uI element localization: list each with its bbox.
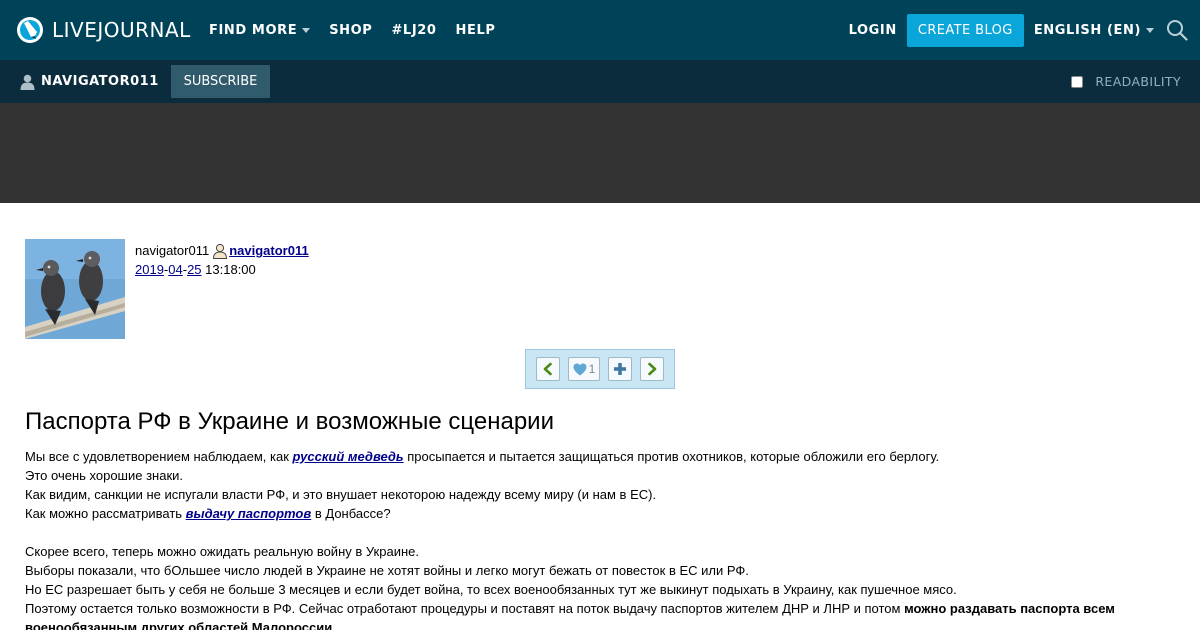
nav-find-more[interactable]: FIND MORE [209, 22, 311, 38]
post-meta: navigator011 navigator011 2019-04-25 13:… [135, 241, 309, 279]
user-icon [20, 74, 35, 90]
post-title: Паспорта РФ в Украине и возможные сценар… [25, 408, 554, 435]
nav-lj20-label: #LJ20 [391, 22, 437, 38]
post-paragraph: Это очень хорошие знаки. [25, 468, 184, 483]
date-day-link[interactable]: 25 [187, 260, 201, 279]
subscribe-button[interactable]: SUBSCRIBE [171, 65, 270, 98]
journal-username: NAVIGATOR011 [41, 74, 159, 89]
next-entry-button[interactable] [640, 357, 664, 381]
post-body: Мы все с удовлетворением наблюдаем, как … [25, 447, 1175, 630]
post-author-name: navigator011 [135, 243, 210, 258]
login-link[interactable]: LOGIN [849, 23, 897, 38]
chevron-down-icon [302, 27, 311, 33]
post-text: просыпается и пытается защищаться против… [403, 449, 940, 464]
post-text: Поэтому остается только возможности в РФ… [25, 601, 905, 616]
readability-label[interactable]: READABILITY [1095, 74, 1181, 89]
passport-issuance-link[interactable]: выдачу паспортов [186, 506, 312, 521]
add-icon [614, 363, 626, 375]
post-paragraph: Скорее всего, теперь можно ожидать реаль… [25, 544, 419, 559]
post-text: в Донбассе? [311, 506, 391, 521]
prev-entry-button[interactable] [536, 357, 560, 381]
post-paragraph: Как видим, санкции не испугали власти РФ… [25, 487, 657, 502]
post-paragraph: Но ЕС разрешает быть у себя не больше 3 … [25, 582, 957, 597]
post-text: Мы все с удовлетворением наблюдаем, как [25, 449, 293, 464]
post-paragraph: Как можно рассматривать выдачу паспортов… [25, 504, 1175, 523]
journal-banner [0, 103, 1200, 203]
logo-text: LIVEJOURNAL [52, 18, 191, 42]
lj-user-icon[interactable] [212, 243, 228, 259]
post-date-line: 2019-04-25 13:18:00 [135, 260, 309, 279]
like-count: 1 [588, 362, 596, 376]
add-button[interactable] [608, 357, 632, 381]
nav-shop[interactable]: SHOP [329, 23, 372, 38]
heart-icon [573, 363, 587, 375]
chevron-down-icon [1146, 27, 1154, 33]
post-text: Как можно рассматривать [25, 506, 186, 521]
post-paragraph: Выборы показали, что бОльшее число людей… [25, 563, 749, 578]
search-icon[interactable] [1166, 19, 1188, 41]
top-header: LIVEJOURNAL FIND MORE SHOP #LJ20 HELP LO… [0, 0, 1200, 60]
main-nav: FIND MORE SHOP #LJ20 HELP [209, 0, 515, 60]
next-entry-icon [648, 362, 657, 376]
post-paragraph: Мы все с удовлетворением наблюдаем, как … [25, 447, 1175, 466]
header-right: LOGIN CREATE BLOG ENGLISH (EN) [849, 0, 1200, 60]
post-author-link[interactable]: navigator011 [229, 241, 309, 260]
nav-lj20[interactable]: #LJ20 [391, 23, 436, 38]
journal-userbar: NAVIGATOR011 SUBSCRIBE READABILITY [0, 60, 1200, 103]
nav-help[interactable]: HELP [456, 23, 496, 38]
entry-controls: 1 [525, 349, 675, 389]
readability-checkbox[interactable] [1071, 75, 1084, 88]
date-year-link[interactable]: 2019 [135, 260, 164, 279]
russian-bear-link[interactable]: русский медведь [293, 449, 404, 464]
livejournal-logo-icon [17, 17, 43, 43]
language-label: ENGLISH (EN) [1033, 22, 1141, 38]
nav-shop-label: SHOP [329, 22, 373, 38]
userpic-jackdaws[interactable] [25, 239, 125, 339]
post-time: 13:18:00 [201, 262, 256, 277]
like-button[interactable]: 1 [568, 357, 600, 381]
language-selector[interactable]: ENGLISH (EN) [1034, 23, 1154, 38]
livejournal-logo[interactable]: LIVEJOURNAL [16, 15, 191, 45]
create-blog-button[interactable]: CREATE BLOG [906, 13, 1024, 47]
prev-entry-icon [543, 362, 552, 376]
journal-owner[interactable]: NAVIGATOR011 [20, 60, 159, 103]
post-author-line: navigator011 navigator011 [135, 241, 309, 260]
nav-find-more-label: FIND MORE [209, 22, 298, 38]
nav-help-label: HELP [455, 22, 496, 38]
readability-toggle[interactable]: READABILITY [1071, 60, 1181, 103]
date-month-link[interactable]: 04 [168, 260, 182, 279]
post-paragraph: Поэтому остается только возможности в РФ… [25, 599, 1175, 630]
